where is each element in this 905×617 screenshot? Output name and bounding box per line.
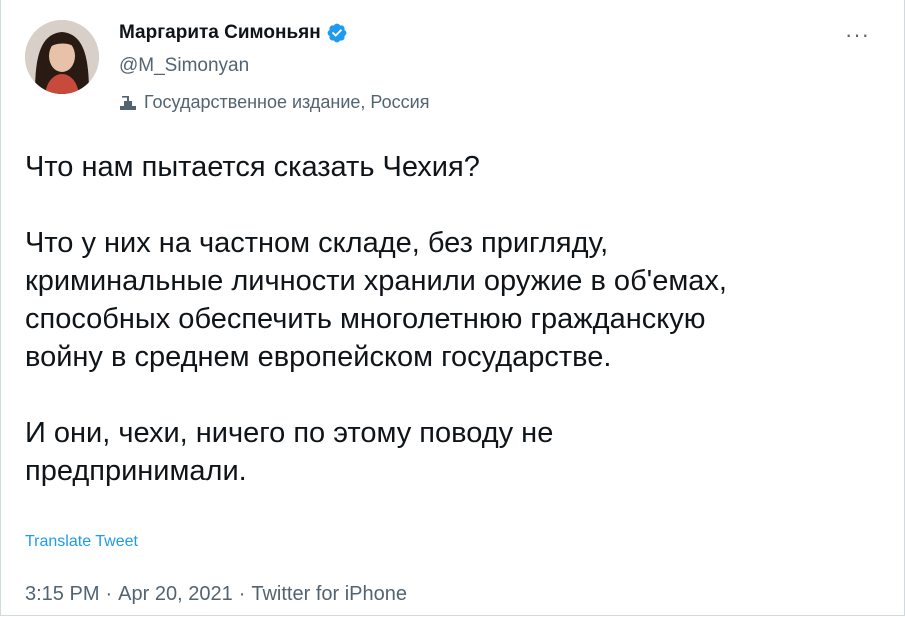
author-handle[interactable]: @M_Simonyan bbox=[119, 55, 249, 77]
state-media-label-text: Государственное издание, Россия bbox=[144, 92, 430, 112]
tweet-line: предпринимали. bbox=[25, 455, 247, 487]
tweet-date[interactable]: Apr 20, 2021 bbox=[118, 583, 233, 605]
translate-tweet-link[interactable]: Translate Tweet bbox=[25, 533, 138, 551]
tweet-time[interactable]: 3:15 PM bbox=[25, 583, 99, 605]
government-podium-icon bbox=[119, 94, 137, 112]
separator: · bbox=[238, 583, 246, 605]
tweet-line: Что нам пытается сказать Чехия? bbox=[25, 151, 480, 183]
verified-badge-icon bbox=[326, 22, 348, 44]
avatar[interactable] bbox=[25, 20, 99, 94]
tweet-text: Что нам пытается сказать Чехия? Что у ни… bbox=[25, 148, 885, 490]
tweet-source[interactable]: Twitter for iPhone bbox=[251, 583, 407, 605]
tweet-line: криминальные личности хранили оружие в о… bbox=[25, 265, 727, 297]
author-row: Маргарита Симоньян bbox=[119, 22, 348, 44]
state-media-label[interactable]: Государственное издание, Россия bbox=[119, 92, 429, 113]
more-icon[interactable]: ··· bbox=[845, 22, 870, 48]
tweet-card: Маргарита Симоньян @M_Simonyan Государст… bbox=[0, 0, 905, 616]
separator: · bbox=[105, 583, 113, 605]
author-name[interactable]: Маргарита Симоньян bbox=[119, 22, 321, 44]
tweet-line: войну в среднем европейском государстве. bbox=[25, 341, 612, 373]
tweet-meta: 3:15 PM · Apr 20, 2021 · Twitter for iPhone bbox=[25, 583, 407, 606]
tweet-line: Что у них на частном складе, без пригляд… bbox=[25, 227, 609, 259]
tweet-line: И они, чехи, ничего по этому поводу не bbox=[25, 417, 554, 449]
tweet-line: способных обеспечить многолетнюю граждан… bbox=[25, 303, 706, 335]
